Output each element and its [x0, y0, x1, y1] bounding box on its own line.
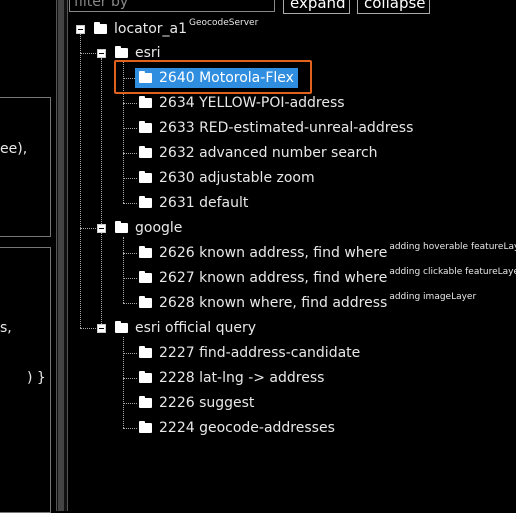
folder-icon — [139, 421, 152, 433]
folder-icon — [139, 121, 152, 133]
tree-item-label: 2627 known address, find where — [159, 270, 388, 286]
tree-node-root[interactable]: locator_a1 GeocodeServer — [76, 18, 259, 39]
tree-item[interactable]: 2226 suggest — [139, 393, 254, 413]
tree-item[interactable]: 2628 known where, find address adding im… — [139, 292, 477, 313]
folder-icon — [139, 196, 152, 208]
folder-icon — [139, 346, 152, 358]
tree-item-label: 2228 lat-lng -> address — [159, 370, 325, 386]
folder-icon — [139, 146, 152, 158]
folder-icon — [115, 46, 128, 58]
tree-node-label: esri official query — [135, 320, 257, 336]
tree-item-label: 2640 Motorola-Flex — [159, 70, 294, 86]
tree-item-label: 2227 find-address-candidate — [159, 345, 361, 361]
tree-item[interactable]: 2228 lat-lng -> address — [139, 368, 324, 388]
tree-item[interactable]: 2633 RED-estimated-unreal-address — [139, 118, 413, 138]
tree-item-label: 2630 adjustable zoom — [159, 170, 315, 186]
collapse-toggle-icon[interactable] — [97, 323, 106, 333]
folder-icon — [139, 171, 152, 183]
tree-node-tag: GeocodeServer — [189, 18, 259, 28]
tree-item-label: 2633 RED-estimated-unreal-address — [159, 120, 414, 136]
folder-icon — [139, 396, 152, 408]
folder-icon — [139, 71, 152, 83]
folder-icon — [139, 296, 152, 308]
tree-item-tag: adding imageLayer — [389, 292, 477, 302]
folder-icon — [139, 271, 152, 283]
tree-node-label: esri — [135, 45, 161, 61]
tree-item-label: 2631 default — [159, 195, 249, 211]
tree-item[interactable]: 2631 default — [139, 193, 248, 213]
collapse-toggle-icon[interactable] — [97, 48, 106, 58]
tree-group-google[interactable]: google — [97, 218, 182, 238]
folder-icon — [139, 246, 152, 258]
tree-item[interactable]: 2640 Motorola-Flex — [135, 68, 298, 88]
layer-tree: locator_a1 GeocodeServer esri 2640 Motor… — [0, 0, 516, 511]
tree-item[interactable]: 2626 known address, find where adding ho… — [139, 242, 516, 263]
tree-item[interactable]: 2227 find-address-candidate — [139, 343, 360, 363]
tree-node-label: locator_a1 — [114, 21, 188, 37]
folder-icon — [139, 96, 152, 108]
folder-icon — [139, 371, 152, 383]
tree-item-label: 2224 geocode-addresses — [159, 420, 335, 436]
collapse-toggle-icon[interactable] — [76, 24, 85, 34]
tree-item-label: 2634 YELLOW-POI-address — [159, 95, 345, 111]
tree-node-label: google — [135, 220, 183, 236]
tree-item[interactable]: 2634 YELLOW-POI-address — [139, 93, 345, 113]
tree-item[interactable]: 2630 adjustable zoom — [139, 168, 315, 188]
tree-item-label: 2226 suggest — [159, 395, 255, 411]
tree-item[interactable]: 2627 known address, find where adding cl… — [139, 267, 516, 288]
tree-item-label: 2628 known where, find address — [159, 295, 388, 311]
tree-item[interactable]: 2224 geocode-addresses — [139, 418, 335, 438]
tree-item-label: 2632 advanced number search — [159, 145, 378, 161]
tree-group-esri-official-query[interactable]: esri official query — [97, 318, 256, 338]
tree-item-tag: adding hoverable featureLayer — [389, 242, 516, 252]
folder-icon — [94, 22, 107, 34]
tree-item-tag: adding clickable featureLayer — [389, 267, 516, 277]
tree-item[interactable]: 2632 advanced number search — [139, 143, 378, 163]
folder-icon — [115, 321, 128, 333]
collapse-toggle-icon[interactable] — [97, 223, 106, 233]
folder-icon — [115, 221, 128, 233]
tree-item-label: 2626 known address, find where — [159, 245, 388, 261]
